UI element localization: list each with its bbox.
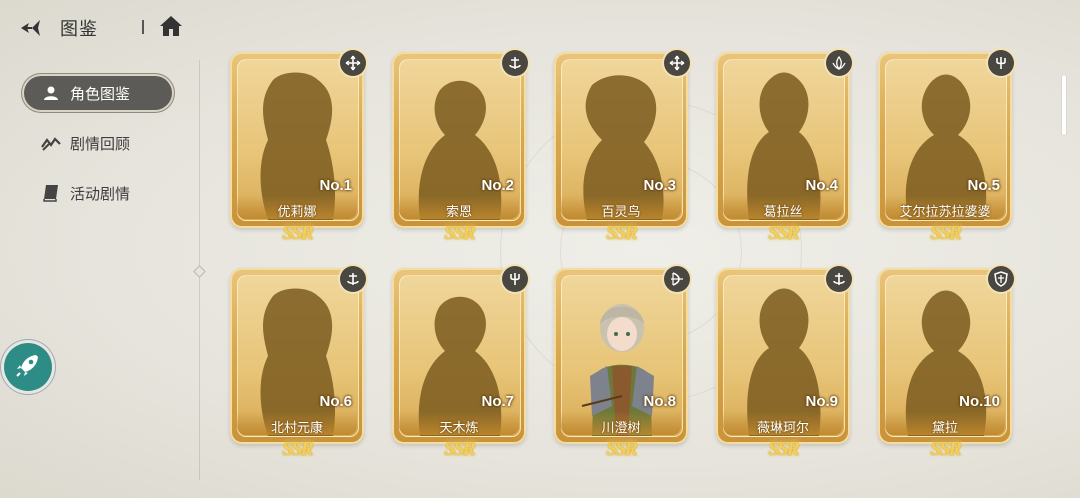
card-number: No.10 (959, 393, 1000, 410)
card-number: No.7 (481, 393, 514, 410)
rarity-badge: SSR (282, 222, 314, 244)
character-card[interactable]: No.7 天木炼 SSR (392, 266, 528, 460)
cross-arrows-icon (664, 50, 690, 76)
back-arrow-icon[interactable] (18, 14, 50, 42)
card-number: No.5 (967, 177, 1000, 194)
page-title: 图鉴 (60, 19, 98, 40)
anchor-icon (340, 266, 366, 292)
character-card[interactable]: No.9 薇琳珂尔 SSR (716, 266, 852, 460)
sidebar-item-character-gallery[interactable]: 角色图鉴 (24, 76, 172, 110)
character-card[interactable]: No.4 葛拉丝 SSR (716, 50, 852, 244)
card-number: No.2 (481, 177, 514, 194)
sidebar-item-label: 活动剧情 (70, 184, 131, 203)
card-name: 川澄树 (601, 421, 641, 436)
scrollbar[interactable] (1062, 75, 1066, 135)
rarity-badge: SSR (768, 438, 800, 460)
rarity-badge: SSR (282, 438, 314, 460)
card-name: 葛拉丝 (763, 205, 803, 220)
rarity-badge: SSR (444, 438, 476, 460)
rarity-badge: SSR (768, 222, 800, 244)
card-name: 薇琳珂尔 (756, 421, 809, 436)
anchor-icon (826, 266, 852, 292)
cross-arrows-icon (340, 50, 366, 76)
character-card[interactable]: No.5 艾尔拉苏拉婆婆 SSR (878, 50, 1014, 244)
character-card[interactable]: No.10 黛拉 SSR (878, 266, 1014, 460)
rarity-badge: SSR (930, 222, 962, 244)
rarity-badge: SSR (606, 438, 638, 460)
trident-icon (502, 266, 528, 292)
anchor-icon (502, 50, 528, 76)
sidebar-item-label: 角色图鉴 (70, 84, 131, 103)
trident-icon (988, 50, 1014, 76)
character-card[interactable]: No.2 索恩 SSR (392, 50, 528, 244)
story-review-icon (40, 132, 62, 154)
character-card[interactable]: No.1 优莉娜 SSR (230, 50, 366, 244)
card-number: No.4 (805, 177, 838, 194)
rocket-icon (14, 351, 42, 383)
sidebar-item-label: 剧情回顾 (70, 134, 131, 153)
person-icon (40, 82, 62, 104)
character-card[interactable]: No.3 百灵鸟 SSR (554, 50, 690, 244)
card-name: 天木炼 (439, 421, 479, 436)
lotus-icon (826, 50, 852, 76)
card-number: No.9 (805, 393, 838, 410)
top-bar: 图鉴 (0, 0, 220, 56)
shield-icon (988, 266, 1014, 292)
sidebar-item-story-review[interactable]: 剧情回顾 (24, 126, 172, 160)
card-name: 索恩 (445, 205, 472, 220)
home-icon[interactable] (158, 13, 184, 39)
rocket-button[interactable] (4, 343, 52, 391)
rarity-badge: SSR (606, 222, 638, 244)
bow-icon (664, 266, 690, 292)
card-name: 北村元康 (270, 421, 323, 436)
rarity-badge: SSR (930, 438, 962, 460)
card-number: No.1 (319, 177, 352, 194)
card-name: 百灵鸟 (601, 205, 641, 220)
character-card[interactable]: No.6 北村元康 SSR (230, 266, 366, 460)
card-number: No.6 (319, 393, 352, 410)
card-name: 优莉娜 (277, 205, 317, 220)
card-number: No.8 (643, 393, 676, 410)
character-card[interactable]: No.8 川澄树 SSR (554, 266, 690, 460)
sidebar-ornament (193, 265, 206, 278)
book-icon (40, 182, 62, 204)
divider (142, 20, 144, 34)
sidebar-item-event-story[interactable]: 活动剧情 (24, 176, 172, 210)
card-name: 黛拉 (931, 421, 958, 436)
card-number: No.3 (643, 177, 676, 194)
card-name: 艾尔拉苏拉婆婆 (899, 205, 991, 220)
rarity-badge: SSR (444, 222, 476, 244)
